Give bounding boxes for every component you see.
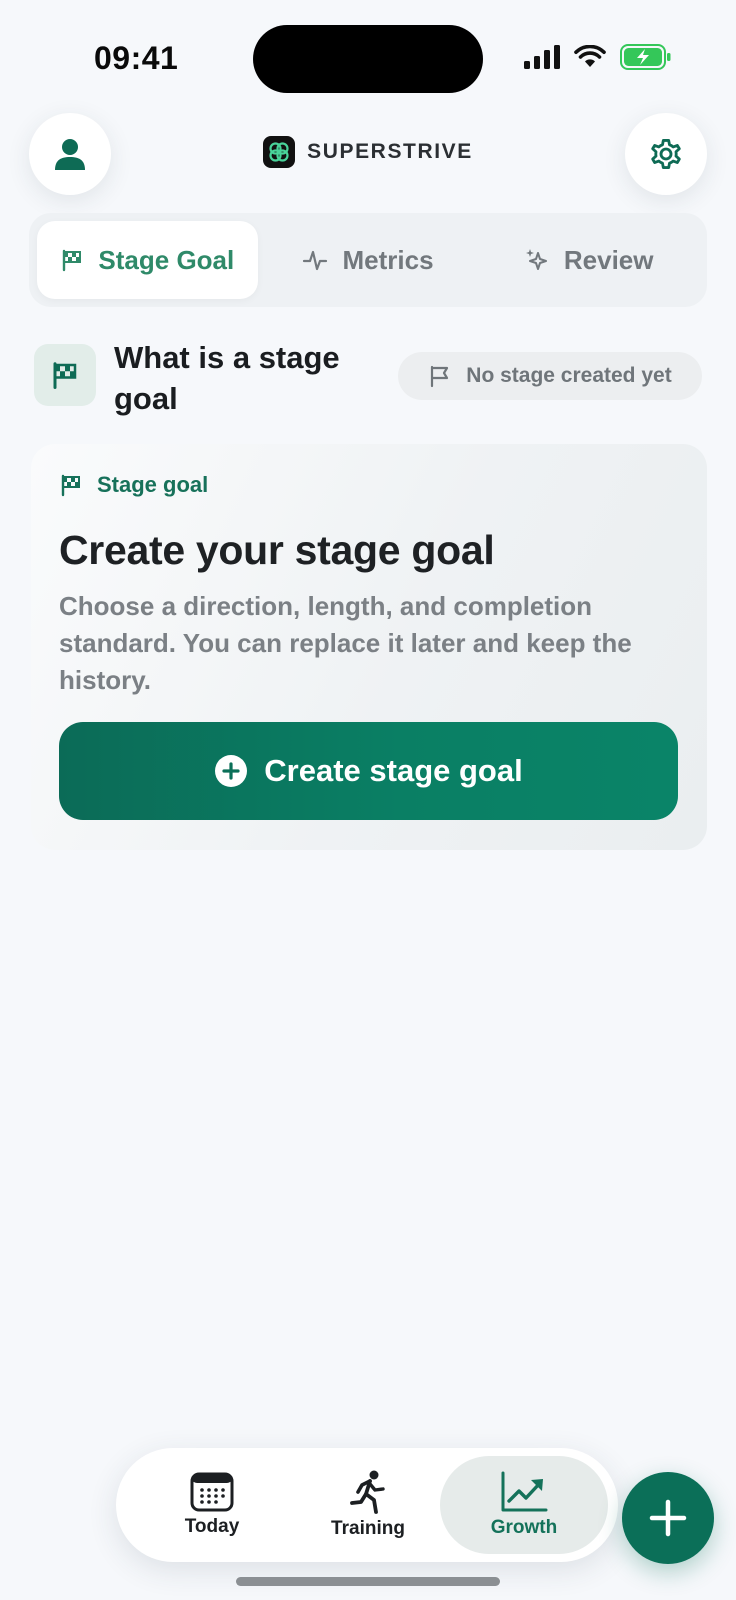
flag-checkered-icon <box>61 474 80 497</box>
pulse-icon <box>303 250 328 271</box>
bottom-nav: Today Training Growth <box>116 1448 618 1562</box>
card-tag-label: Stage goal <box>97 472 209 497</box>
home-indicator <box>236 1577 500 1586</box>
plus-circle-icon <box>215 755 248 787</box>
flag-checkered-icon <box>53 362 77 389</box>
sparkle-icon <box>525 249 547 270</box>
wifi-icon <box>574 45 606 67</box>
create-button-label: Create stage goal <box>264 753 523 788</box>
flag-checkered-icon <box>63 249 82 272</box>
tab-stage-goal[interactable]: Stage Goal <box>37 221 258 299</box>
stage-goal-info-badge <box>34 344 96 406</box>
card-description: Choose a direction, length, and completi… <box>59 591 632 695</box>
status-bar: 09:41 <box>0 0 736 110</box>
status-badge-label: No stage created yet <box>466 364 672 387</box>
status-badge: No stage created yet <box>398 352 702 400</box>
gear-icon <box>651 139 681 170</box>
settings-button[interactable] <box>625 113 707 195</box>
flag-outline-icon <box>431 365 449 388</box>
card-title: Create your stage goal <box>59 527 495 573</box>
brand-name: SUPERSTRIVE <box>307 140 473 163</box>
tab-review[interactable]: Review <box>478 221 699 299</box>
tab-label: Review <box>563 244 654 275</box>
calendar-icon <box>190 1472 234 1512</box>
battery-charging-icon <box>620 44 671 70</box>
status-icons <box>524 44 672 70</box>
cellular-signal-icon <box>524 45 560 69</box>
tab-label: Stage Goal <box>98 244 235 275</box>
add-button[interactable] <box>622 1472 714 1564</box>
nav-label: Training <box>331 1518 405 1539</box>
nav-item-training[interactable]: Training <box>284 1456 452 1554</box>
nav-label: Growth <box>490 1517 558 1538</box>
chart-up-icon <box>501 1471 548 1512</box>
nav-item-today[interactable]: Today <box>128 1456 296 1554</box>
plus-icon <box>649 1499 687 1537</box>
dynamic-island <box>253 25 483 93</box>
card-tag: Stage goal <box>59 472 208 498</box>
tab-metrics[interactable]: Metrics <box>258 221 479 299</box>
create-stage-goal-button[interactable]: Create stage goal <box>59 722 678 820</box>
nav-item-growth[interactable]: Growth <box>440 1456 608 1554</box>
create-stage-goal-card: Stage goal Create your stage goal Choose… <box>31 444 707 850</box>
what-is-stage-goal-link[interactable]: What is a stage goal <box>114 337 344 419</box>
running-icon <box>350 1470 385 1514</box>
segmented-tabs: Stage Goal Metrics Review <box>29 213 707 307</box>
app-logo-icon <box>263 136 296 168</box>
nav-label: Today <box>184 1516 240 1537</box>
status-time: 09:41 <box>94 40 179 76</box>
tab-label: Metrics <box>342 244 434 275</box>
